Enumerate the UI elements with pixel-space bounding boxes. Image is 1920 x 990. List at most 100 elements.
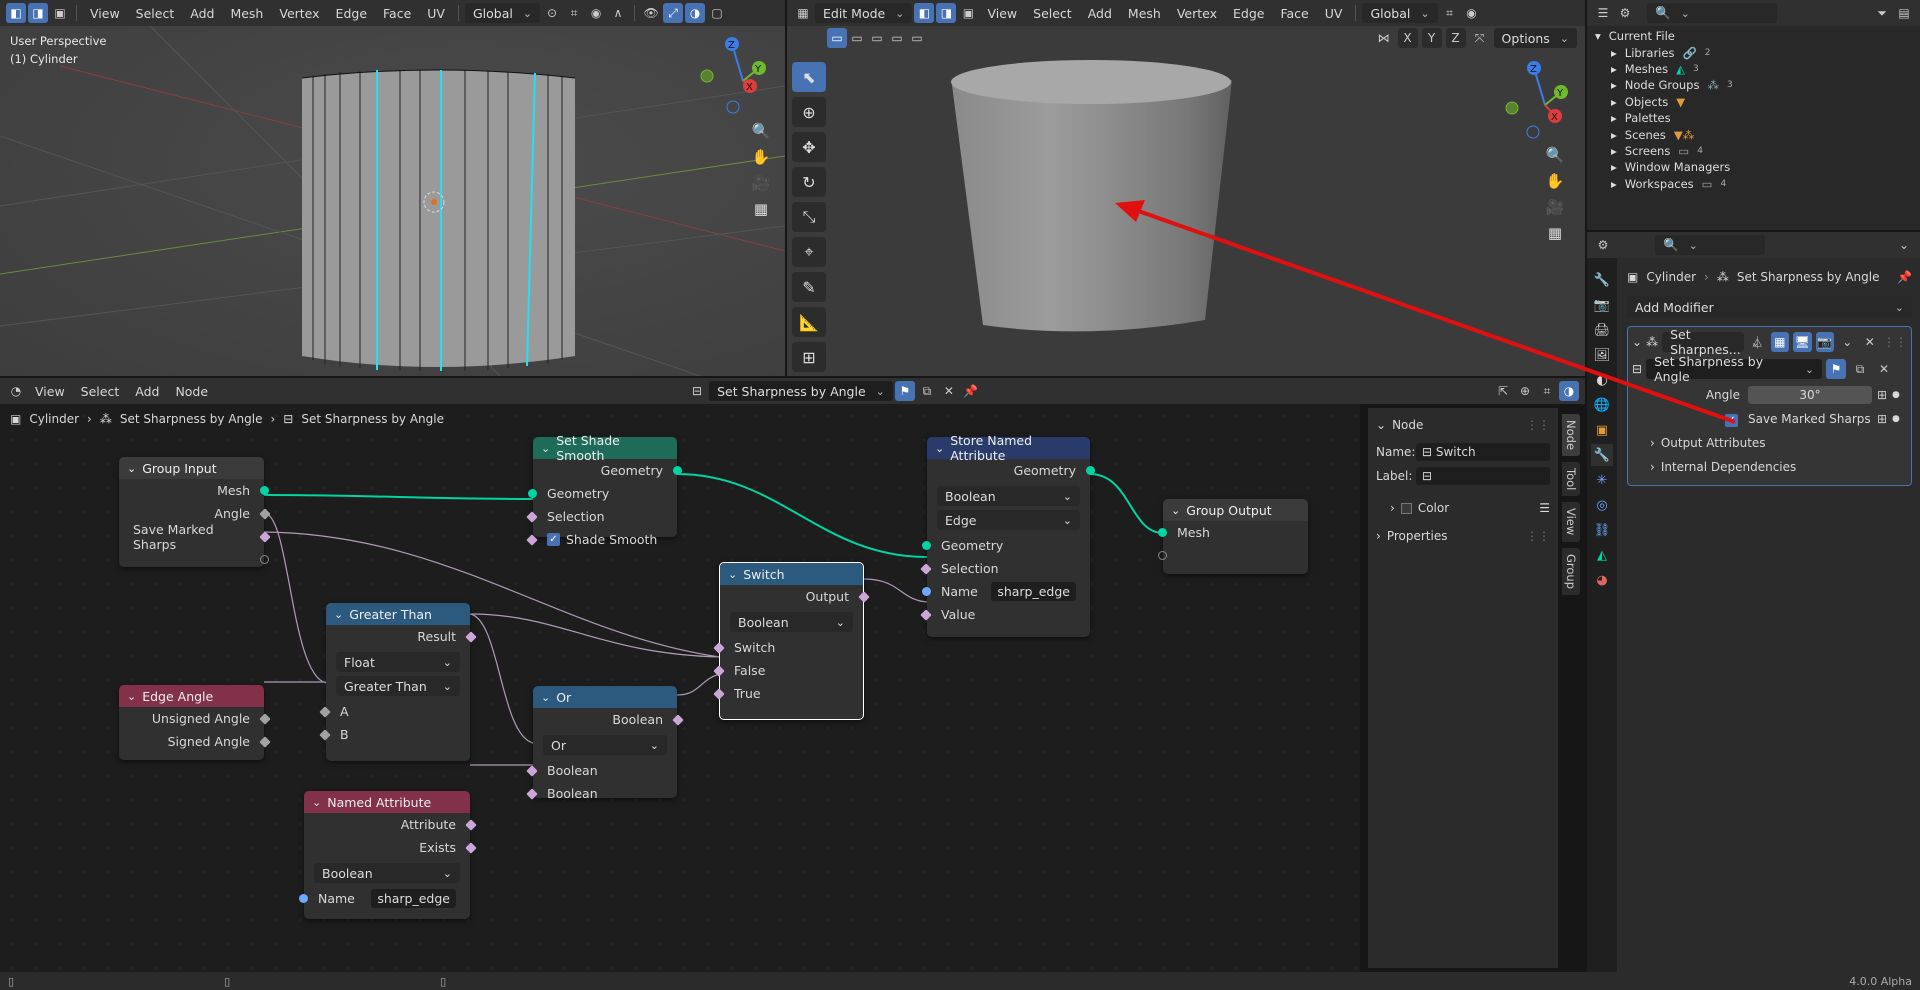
- properties-search[interactable]: 🔍: [1655, 235, 1765, 255]
- new-collection-icon[interactable]: ▤: [1894, 3, 1914, 23]
- measure-tool-icon[interactable]: 📐: [792, 307, 826, 337]
- switch-type-dropdown[interactable]: Boolean: [730, 612, 853, 632]
- output-attributes-panel[interactable]: › Output Attributes: [1632, 431, 1907, 455]
- menu-mesh-2[interactable]: Mesh: [1121, 3, 1168, 24]
- node-pin-icon[interactable]: 📌: [961, 381, 981, 401]
- vertex-select-icon[interactable]: ◧: [6, 3, 26, 23]
- constraints-icon[interactable]: ⛓: [1591, 519, 1613, 541]
- menu-vertex-2[interactable]: Vertex: [1170, 3, 1224, 24]
- xray-icon[interactable]: ▢: [707, 3, 727, 23]
- menu-edge-2[interactable]: Edge: [1226, 3, 1271, 24]
- node-or[interactable]: Or Boolean Or Boolean Boolean: [526, 686, 684, 801]
- drag-handle-icon[interactable]: ⋮⋮: [1883, 335, 1907, 349]
- select-subtract-icon[interactable]: ▭: [867, 28, 887, 48]
- node-tree-browse-icon[interactable]: ⊟: [687, 381, 707, 401]
- vertex-mode-icon[interactable]: ◧: [914, 3, 935, 23]
- snap-icon[interactable]: ⌗: [564, 3, 584, 23]
- options-dropdown[interactable]: Options: [1493, 28, 1577, 48]
- data-type-dropdown[interactable]: Float: [336, 652, 460, 672]
- viewport-left-canvas[interactable]: User Perspective (1) Cylinder Z Y X 🔍 ✋ …: [0, 26, 785, 376]
- node-edge-angle[interactable]: Edge Angle Unsigned Angle Signed Angle: [119, 685, 271, 760]
- navigation-gizmo[interactable]: Z Y X: [695, 36, 775, 116]
- outliner-item[interactable]: ▸ Palettes: [1595, 110, 1920, 126]
- viewport-left[interactable]: ◧ ◨ ▣ View Select Add Mesh Vertex Edge F…: [0, 0, 785, 376]
- menu-uv-2[interactable]: UV: [1318, 3, 1350, 24]
- move-tool-icon[interactable]: ✥: [792, 132, 826, 162]
- transform-tool-icon[interactable]: ⌖: [792, 237, 826, 267]
- node-canvas[interactable]: ▣ Cylinder › ⁂ Set Sharpness by Angle › ⊟ …: [0, 404, 1360, 972]
- attribute-toggle-icon[interactable]: ⊞: [1872, 385, 1892, 405]
- menu-add-2[interactable]: Add: [1081, 3, 1119, 24]
- viewport-right-canvas[interactable]: ⬉ ⊕ ✥ ↻ ⤡ ⌖ ✎ 📐 ⊞ Z Y X 🔍 ✋ 🎥 ▦: [787, 50, 1585, 376]
- rotate-tool-icon[interactable]: ↻: [792, 167, 826, 197]
- node-set-shade-smooth[interactable]: Set Shade Smooth Geometry Geometry Selec…: [526, 433, 682, 547]
- particles-icon[interactable]: ✳: [1591, 469, 1613, 491]
- geometry-socket[interactable]: [528, 489, 537, 498]
- node-store-named-attribute[interactable]: Store Named Attribute Geometry Boolean E…: [920, 433, 1095, 637]
- node-group-output[interactable]: Group Output Mesh: [1158, 499, 1308, 574]
- mirror-icon[interactable]: ⋈: [1374, 28, 1394, 48]
- outliner-item[interactable]: ▸ Objects ▼: [1595, 94, 1920, 110]
- node-group-input[interactable]: Group Input Mesh Angle Save Marked Sharp…: [119, 457, 271, 567]
- node-menu-node[interactable]: Node: [168, 381, 215, 402]
- data-icon[interactable]: ◭: [1591, 544, 1613, 566]
- keyframe-dot-icon-2[interactable]: ●: [1892, 414, 1900, 424]
- scale-tool-icon[interactable]: ⤡: [792, 202, 826, 232]
- keyframe-dot-icon[interactable]: ●: [1892, 390, 1900, 400]
- add-modifier-dropdown[interactable]: Add Modifier: [1627, 296, 1912, 318]
- node-label-field[interactable]: ⊟: [1416, 467, 1550, 485]
- auto-merge-icon[interactable]: ⤧: [1470, 28, 1490, 48]
- pivot-icon[interactable]: ⊙: [542, 3, 562, 23]
- store-name-field[interactable]: sharp_edge: [991, 582, 1076, 601]
- node-name-field[interactable]: ⊟ Switch: [1416, 443, 1550, 461]
- select-tool-icon[interactable]: ⬉: [792, 62, 826, 92]
- render-toggle-icon[interactable]: 📷: [1815, 332, 1834, 352]
- menu-view-2[interactable]: View: [980, 3, 1024, 24]
- node-named-attribute[interactable]: Named Attribute Attribute Exists Boolean…: [299, 791, 477, 919]
- node-duplicate-icon[interactable]: ⧉: [917, 381, 937, 401]
- editor-type-icon[interactable]: ▦: [793, 3, 813, 23]
- geometry-socket[interactable]: [1158, 528, 1167, 537]
- properties-panel-header[interactable]: › Properties ⋮⋮: [1376, 524, 1550, 548]
- store-domain-dropdown[interactable]: Edge: [937, 510, 1080, 530]
- edit-mode-toggle-icon[interactable]: ⏃: [1748, 332, 1766, 352]
- node-greater-than[interactable]: Greater Than Result Float Greater Than A…: [319, 603, 477, 761]
- menu-add[interactable]: Add: [183, 3, 221, 24]
- outliner-item[interactable]: ▸ Node Groups ⁂ 3: [1595, 77, 1920, 93]
- cursor-tool-icon[interactable]: ⊕: [792, 97, 826, 127]
- node-overlay-icon[interactable]: ◑: [1559, 381, 1579, 401]
- collapse-icon[interactable]: ⌄: [1632, 335, 1642, 349]
- shade-smooth-checkbox[interactable]: ✓: [547, 533, 560, 546]
- node-panel-header[interactable]: ⌄ Node ⋮⋮: [1376, 414, 1550, 436]
- empty-socket[interactable]: [1158, 551, 1167, 560]
- string-socket[interactable]: [922, 587, 931, 596]
- menu-face-2[interactable]: Face: [1273, 3, 1315, 24]
- cage-toggle-icon[interactable]: ▦: [1770, 332, 1790, 352]
- visibility-icon[interactable]: 👁: [641, 3, 661, 23]
- node-color-row[interactable]: › Color ☰: [1376, 496, 1550, 520]
- scene-icon[interactable]: ◐: [1591, 369, 1613, 391]
- select-invert-icon[interactable]: ▭: [887, 28, 907, 48]
- output-icon[interactable]: 🖨: [1591, 319, 1613, 341]
- attribute-type-dropdown[interactable]: Boolean: [314, 863, 460, 883]
- modifier-name-field[interactable]: Set Sharpnes...: [1662, 327, 1745, 357]
- node-group-name-field[interactable]: Set Sharpness by Angle: [709, 381, 893, 401]
- modifier-menu-icon[interactable]: ⌄: [1838, 332, 1856, 352]
- duplicate-icon[interactable]: ⧉: [1850, 359, 1870, 379]
- add-cube-tool-icon[interactable]: ⊞: [792, 342, 826, 372]
- filter-icon[interactable]: ⏷: [1872, 3, 1892, 23]
- angle-field[interactable]: 30°: [1748, 386, 1872, 404]
- outliner-item[interactable]: ▸ Meshes ◭ 3: [1595, 61, 1920, 77]
- node-switch[interactable]: Switch Output Boolean Switch False True: [713, 562, 870, 720]
- select-intersect-icon[interactable]: ▭: [907, 28, 927, 48]
- menu-uv[interactable]: UV: [420, 3, 452, 24]
- parent-node-tree-icon[interactable]: ⇱: [1493, 381, 1513, 401]
- node-menu-select[interactable]: Select: [74, 381, 127, 402]
- node-snap-mode-icon[interactable]: ⌗: [1537, 381, 1557, 401]
- menu-mesh[interactable]: Mesh: [223, 3, 270, 24]
- camera-icon-2[interactable]: 🎥: [1542, 194, 1568, 220]
- pin-icon[interactable]: 📌: [1897, 270, 1912, 284]
- geometry-socket[interactable]: [673, 466, 682, 475]
- node-snap-icon[interactable]: ⊕: [1515, 381, 1535, 401]
- grid-icon[interactable]: ▦: [748, 196, 774, 222]
